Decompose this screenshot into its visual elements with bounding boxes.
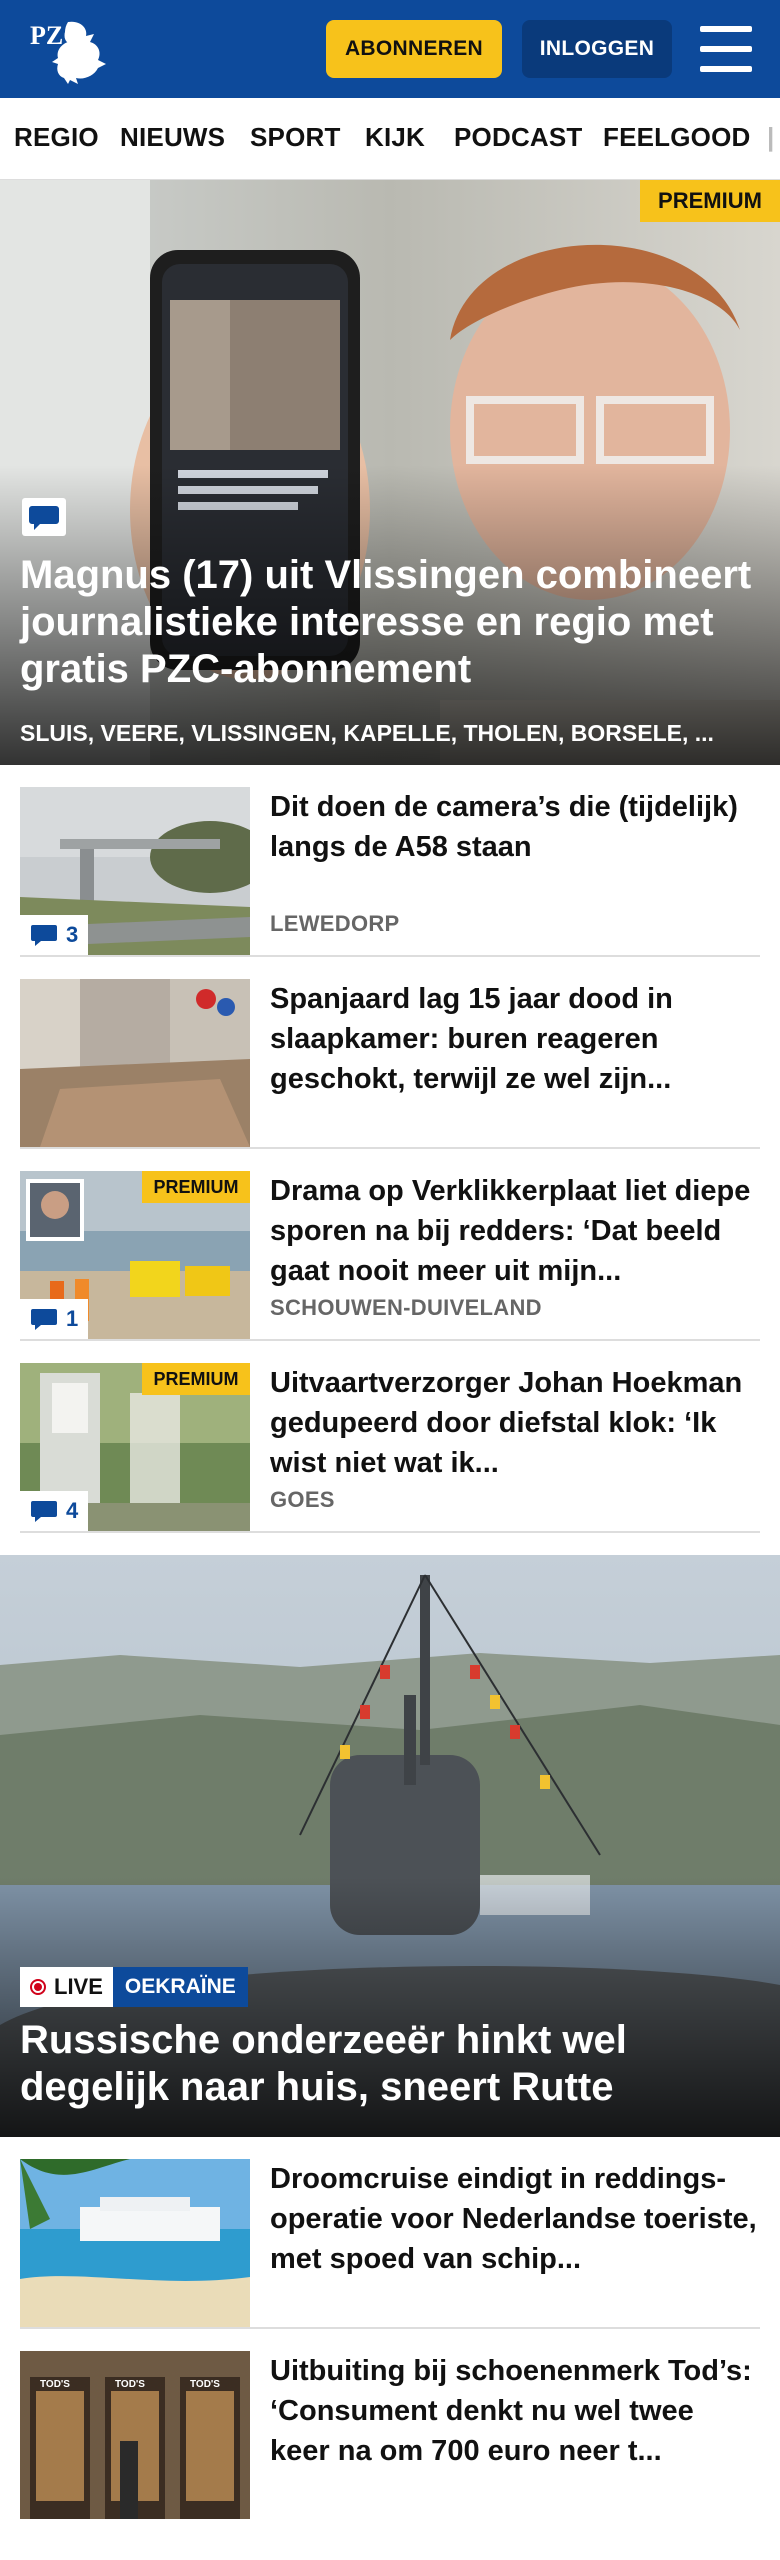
article-thumbnail: TOD'S TOD'S TOD'S [20,2351,250,2519]
live-dot-icon [30,1979,46,1995]
feature-title[interactable]: Russische onderzeeër hinkt wel degelijk … [20,2017,760,2111]
svg-text:TOD'S: TOD'S [190,2379,220,2390]
article-thumbnail [20,979,250,1147]
feature-article[interactable]: LIVE OEKRAÏNE Russische onderzeeër hinkt… [0,1555,780,2137]
hero-title[interactable]: Magnus (17) uit Vlissingen combineert jo… [20,552,760,693]
comment-count-badge: 4 [20,1491,89,1531]
premium-badge: PREMIUM [142,1171,250,1203]
article-title[interactable]: Uitbuiting bij schoenenmerk Tod’s: ‘Cons… [270,2351,760,2471]
premium-badge: PREMIUM [142,1363,250,1395]
comment-count-badge: 3 [20,915,89,955]
article-item[interactable]: PREMIUM 1 Drama op Verklikkerplaat liet … [20,1169,760,1341]
comment-count: 4 [66,1498,79,1523]
section-nav: REGIO NIEUWS SPORT KIJK PODCAST FEELGOOD… [0,98,780,180]
article-title[interactable]: Drama op Verklikkerplaat liet diepe spor… [270,1171,760,1291]
comment-count-badge: 1 [20,1299,89,1339]
comment-icon [31,925,57,946]
nav-item-more[interactable]: | [767,122,774,153]
live-badge: LIVE [20,1967,113,2007]
article-item[interactable]: PREMIUM 4 Uitvaartverzorger Johan Hoekma… [20,1361,760,1533]
nav-item-kijk[interactable]: KIJK [365,122,425,153]
nav-item-podcast[interactable]: PODCAST [454,122,583,153]
svg-text:TOD'S: TOD'S [115,2379,145,2390]
article-thumbnail [20,2159,250,2327]
article-title[interactable]: Droomcruise eindigt in reddings-operatie… [270,2159,760,2279]
article-title[interactable]: Dit doen de camera’s die (tijdelijk) lan… [270,787,760,867]
site-header: PZC ABONNEREN INLOGGEN [0,0,780,98]
nav-item-regio[interactable]: REGIO [14,122,99,153]
article-location: GOES [270,1487,335,1512]
article-item[interactable]: Spanjaard lag 15 jaar dood in slaapkamer… [20,977,760,1149]
comment-icon [31,1309,57,1330]
pzc-logo[interactable]: PZC [28,14,112,86]
article-title[interactable]: Uitvaartverzorger Johan Hoekman gedupeer… [270,1363,760,1483]
hero-region-tags: SLUIS, VEERE, VLISSINGEN, KAPELLE, THOLE… [20,720,714,746]
article-item[interactable]: 3 Dit doen de camera’s die (tijdelijk) l… [20,785,760,957]
article-location: SCHOUWEN-DUIVELAND [270,1295,542,1320]
nav-item-sport[interactable]: SPORT [250,122,341,153]
article-location: LEWEDORP [270,911,400,936]
comment-icon [31,1501,57,1522]
live-label: LIVE [54,1974,103,1999]
hero-article[interactable]: PREMIUM Magnus (17) uit Vlissingen combi… [0,180,780,765]
nav-item-feelgood[interactable]: FEELGOOD [603,122,751,153]
subscribe-button[interactable]: ABONNEREN [326,20,502,78]
svg-text:PZC: PZC [30,21,82,50]
svg-text:TOD'S: TOD'S [40,2379,70,2390]
article-title[interactable]: Spanjaard lag 15 jaar dood in slaapkamer… [270,979,760,1099]
topic-badge[interactable]: OEKRAÏNE [112,1967,248,2007]
comment-count: 3 [66,922,79,947]
feature-labels: LIVE OEKRAÏNE [20,1967,248,2007]
article-item[interactable]: Droomcruise eindigt in reddings-operatie… [20,2157,760,2329]
hamburger-menu-icon[interactable] [700,26,752,72]
nav-item-nieuws[interactable]: NIEUWS [120,122,225,153]
premium-badge: PREMIUM [640,180,780,222]
comment-icon [22,498,66,536]
comment-count: 1 [66,1306,79,1331]
login-button[interactable]: INLOGGEN [522,20,672,78]
article-item[interactable]: TOD'S TOD'S TOD'S Uitbuiting bij schoene… [20,2349,760,2521]
